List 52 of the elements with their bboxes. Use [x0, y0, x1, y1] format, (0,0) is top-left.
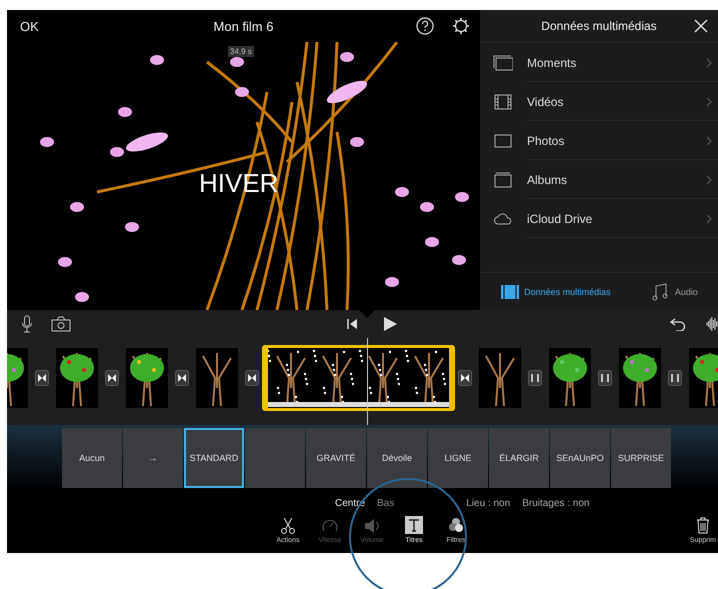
close-icon[interactable]	[694, 19, 708, 33]
waveform-icon[interactable]	[706, 315, 718, 333]
setting-toggle[interactable]: Lieu : non	[466, 498, 510, 508]
microphone-icon[interactable]	[21, 315, 33, 333]
text-icon	[405, 516, 423, 534]
chevron-icon	[706, 58, 712, 68]
movie-title: Mon film 6	[212, 18, 274, 34]
media-row[interactable]: iCloud Drive	[480, 199, 718, 238]
transition-icon[interactable]	[105, 370, 119, 386]
title-style-tile[interactable]: SURPRISE	[611, 428, 671, 488]
help-icon[interactable]	[416, 17, 434, 35]
chevron-icon	[706, 136, 712, 146]
play-icon[interactable]	[382, 316, 398, 332]
ok-button[interactable]: OK	[20, 18, 39, 34]
speaker-icon	[363, 516, 381, 534]
filters-icon	[447, 516, 465, 534]
title-style-tile[interactable]: Dévoile	[367, 428, 427, 488]
cut-transition-icon[interactable]	[598, 370, 612, 386]
film-icon	[493, 92, 513, 112]
title-style-tile[interactable]: STANDARD	[184, 428, 244, 488]
undo-icon[interactable]	[670, 317, 686, 331]
media-row[interactable]: Moments	[480, 43, 718, 82]
playhead-pointer-icon	[359, 310, 375, 318]
transition-icon[interactable]	[175, 370, 189, 386]
chevron-icon	[706, 96, 712, 106]
cut-transition-icon[interactable]	[668, 370, 682, 386]
scissors-icon	[279, 516, 297, 534]
media-row[interactable]: Vidéos	[480, 82, 718, 121]
media-row[interactable]: Albums	[480, 160, 718, 199]
media-row[interactable]: Photos	[480, 121, 718, 160]
transition-icon[interactable]	[35, 370, 49, 386]
panel-title: Données multimédias	[541, 19, 657, 33]
title-style-tile[interactable]: SEnAUnPO	[550, 428, 610, 488]
cut-transition-icon[interactable]	[528, 370, 542, 386]
panel-tab[interactable]: Données multimédias	[500, 282, 611, 302]
title-style-tile[interactable]: Aucun	[62, 428, 122, 488]
panel-tab[interactable]: Audio	[650, 282, 698, 302]
title-style-tile[interactable]: →	[123, 428, 183, 488]
title-style-tile[interactable]	[245, 428, 305, 488]
transition-icon[interactable]	[245, 370, 259, 386]
chevron-icon	[706, 214, 712, 224]
chevron-icon	[706, 174, 712, 184]
transition-icon[interactable]	[458, 370, 472, 386]
duration-label: 34,9 s	[228, 46, 254, 57]
title-style-tile[interactable]: ÉLARGIR	[489, 428, 549, 488]
title-style-tile[interactable]: LIGNE	[428, 428, 488, 488]
title-style-tile[interactable]: GRAVITÉ	[306, 428, 366, 488]
settings-icon[interactable]	[452, 17, 470, 35]
position-option[interactable]: Bas	[377, 498, 394, 508]
setting-toggle[interactable]: Bruitages : non	[522, 498, 590, 508]
camera-icon[interactable]	[51, 316, 71, 332]
skip-back-icon[interactable]	[346, 318, 358, 330]
